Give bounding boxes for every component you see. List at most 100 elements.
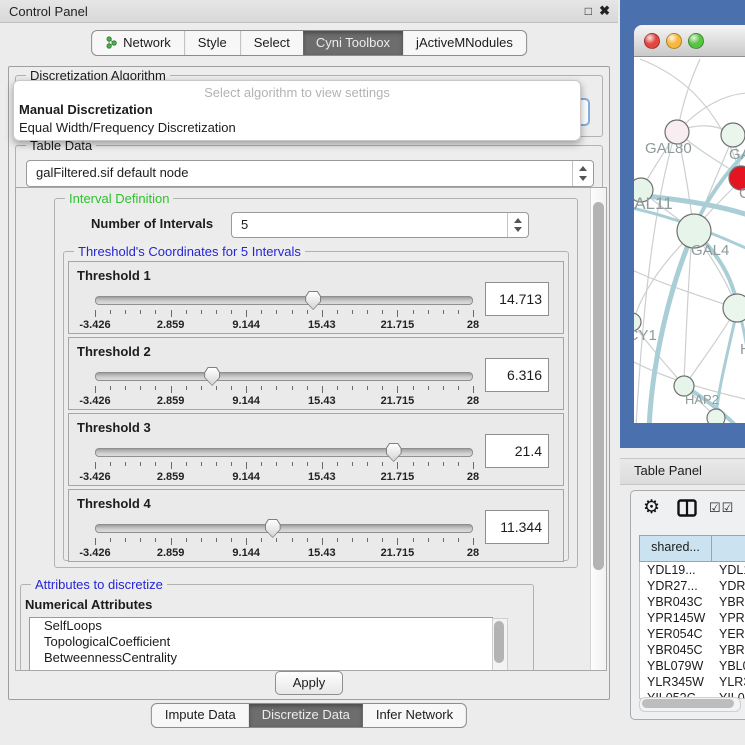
gear-icon[interactable]: ⚙ [643,496,660,519]
network-window[interactable]: GAL80GACGAL11GAL4GCY1HHAP2 [634,25,745,423]
tab-discretize-data[interactable]: Discretize Data [249,704,363,727]
close-traffic-light[interactable] [644,33,660,49]
table-cell: YER0 [712,626,745,642]
attribute-item[interactable]: TopologicalCoefficient [30,634,492,650]
table-row[interactable]: YPR145WYPR1 [640,610,745,626]
table-row[interactable]: YLR345WYLR3 [640,674,745,690]
threshold-slider[interactable]: -3.4262.8599.14415.4321.71528 [95,442,473,482]
network-node[interactable] [707,409,725,423]
numerical-attributes-list[interactable]: SelfLoopsTopologicalCoefficientBetweenne… [29,617,493,671]
tab-jactivemnodules[interactable]: jActiveMNodules [403,31,526,55]
zoom-traffic-light[interactable] [688,33,704,49]
combo-stepper-icon [572,161,593,186]
table-cell: YBR0 [712,642,745,658]
network-node-label: GAL11 [634,194,673,213]
column-header-name[interactable]: na [712,536,745,561]
network-canvas[interactable]: GAL80GACGAL11GAL4GCY1HHAP2 [634,57,745,423]
threshold-slider[interactable]: -3.4262.8599.14415.4321.71528 [95,366,473,406]
bottom-tabbar: Impute Data Discretize Data Infer Networ… [151,703,467,728]
tab-select[interactable]: Select [240,31,303,55]
threshold-value-field[interactable]: 14.713 [485,282,549,316]
thresholds-group: Threshold's Coordinates for 5 Intervals … [63,251,569,561]
interval-definition-group: Interval Definition Number of Intervals … [54,198,578,568]
slider-thumb[interactable] [265,519,281,538]
table-horizontal-scrollbar[interactable] [639,697,741,712]
algorithm-popup-hint: Select algorithm to view settings [14,85,580,100]
tab-style[interactable]: Style [184,31,240,55]
slider-track[interactable] [95,524,473,533]
network-node[interactable] [721,123,745,147]
table-cell: YDL19... [640,562,712,578]
scrollbar-thumb[interactable] [593,202,604,570]
network-edge[interactable] [634,234,692,319]
attributes-list-scrollbar[interactable] [492,618,508,671]
columns-icon[interactable] [677,499,697,517]
slider-ticks [95,310,473,318]
network-edge[interactable] [634,263,730,306]
threshold-panel: Threshold 3 -3.4262.8599.14415.4321.7152… [68,413,564,486]
table-data-combobox[interactable]: galFiltered.sif default node [26,160,594,187]
slider-thumb[interactable] [204,367,220,386]
number-of-intervals-combobox[interactable]: 5 [231,212,529,238]
table-cell: YBR0 [712,594,745,610]
network-icon [105,36,118,49]
slider-track[interactable] [95,372,473,381]
tab-cyni-toolbox[interactable]: Cyni Toolbox [303,31,403,55]
interval-definition-title: Interval Definition [65,191,173,206]
attribute-item[interactable]: SelfLoops [30,618,492,634]
thresholds-stack: Threshold 1 -3.4262.8599.14415.4321.7152… [68,261,564,565]
settings-vertical-scrollbar[interactable] [590,188,606,670]
network-edge[interactable] [678,59,700,129]
table-panel-toolbar: ⚙ ☑☑ [631,491,745,527]
table-row[interactable]: YBL079WYBL0 [640,658,745,674]
table-row[interactable]: YBR043CYBR0 [640,594,745,610]
float-window-icon[interactable]: □ [585,3,592,19]
control-panel-titlebar: Control Panel □ ✖ [0,0,618,23]
table-panel: ⚙ ☑☑ shared... na YDL19...YDL1YDR27...YD… [630,490,745,720]
select-columns-icon[interactable]: ☑☑ [709,500,734,516]
minimize-traffic-light[interactable] [666,33,682,49]
network-window-frame: GAL80GACGAL11GAL4GCY1HHAP2 [620,0,745,448]
attribute-item[interactable]: BetweennessCentrality [30,650,492,666]
algorithm-dropdown-popup: Select algorithm to view settings Manual… [13,80,581,141]
table-cell: YBL0 [712,658,745,674]
threshold-value-field[interactable]: 11.344 [485,510,549,544]
threshold-panel: Threshold 4 -3.4262.8599.14415.4321.7152… [68,489,564,562]
column-header-shared-name[interactable]: shared... [640,536,712,561]
node-table-rows: YDL19...YDL1YDR27...YDR2YBR043CYBR0YPR14… [639,562,745,699]
tab-network[interactable]: Network [92,31,184,55]
threshold-value-field[interactable]: 21.4 [485,434,549,468]
slider-track[interactable] [95,448,473,457]
slider-ticks [95,386,473,394]
number-of-intervals-value: 5 [241,217,248,232]
network-node[interactable] [723,294,745,322]
settings-scrollpane: Interval Definition Number of Intervals … [15,187,607,671]
tab-infer-network[interactable]: Infer Network [363,704,466,727]
top-tabbar: Network Style Select Cyni Toolbox jActiv… [91,30,527,56]
algorithm-option-manual[interactable]: Manual Discretization [17,102,577,119]
algorithm-option-equal-width[interactable]: Equal Width/Frequency Discretization [17,120,577,137]
table-row[interactable]: YER054CYER0 [640,626,745,642]
threshold-label: Threshold 1 [77,268,151,283]
tab-impute-data[interactable]: Impute Data [152,704,249,727]
thresholds-group-title: Threshold's Coordinates for 5 Intervals [74,244,305,259]
threshold-value-field[interactable]: 6.316 [485,358,549,392]
slider-thumb[interactable] [386,443,402,462]
table-cell: YLR3 [712,674,745,690]
node-table-header: shared... na [639,535,745,562]
close-window-icon[interactable]: ✖ [599,3,610,19]
table-row[interactable]: YDR27...YDR2 [640,578,745,594]
network-node-label: GAL80 [645,140,692,157]
slider-tick-labels: -3.4262.8599.14415.4321.71528 [95,319,473,331]
table-row[interactable]: YDL19...YDL1 [640,562,745,578]
slider-track[interactable] [95,296,473,305]
table-row[interactable]: YBR045CYBR0 [640,642,745,658]
threshold-panel: Threshold 1 -3.4262.8599.14415.4321.7152… [68,261,564,334]
threshold-slider[interactable]: -3.4262.8599.14415.4321.71528 [95,518,473,558]
apply-button[interactable]: Apply [275,671,343,695]
slider-ticks [95,538,473,546]
table-cell: YLR345W [640,674,712,690]
slider-thumb[interactable] [305,291,321,310]
threshold-slider[interactable]: -3.4262.8599.14415.4321.71528 [95,290,473,330]
table-data-value: galFiltered.sif default node [36,165,188,180]
